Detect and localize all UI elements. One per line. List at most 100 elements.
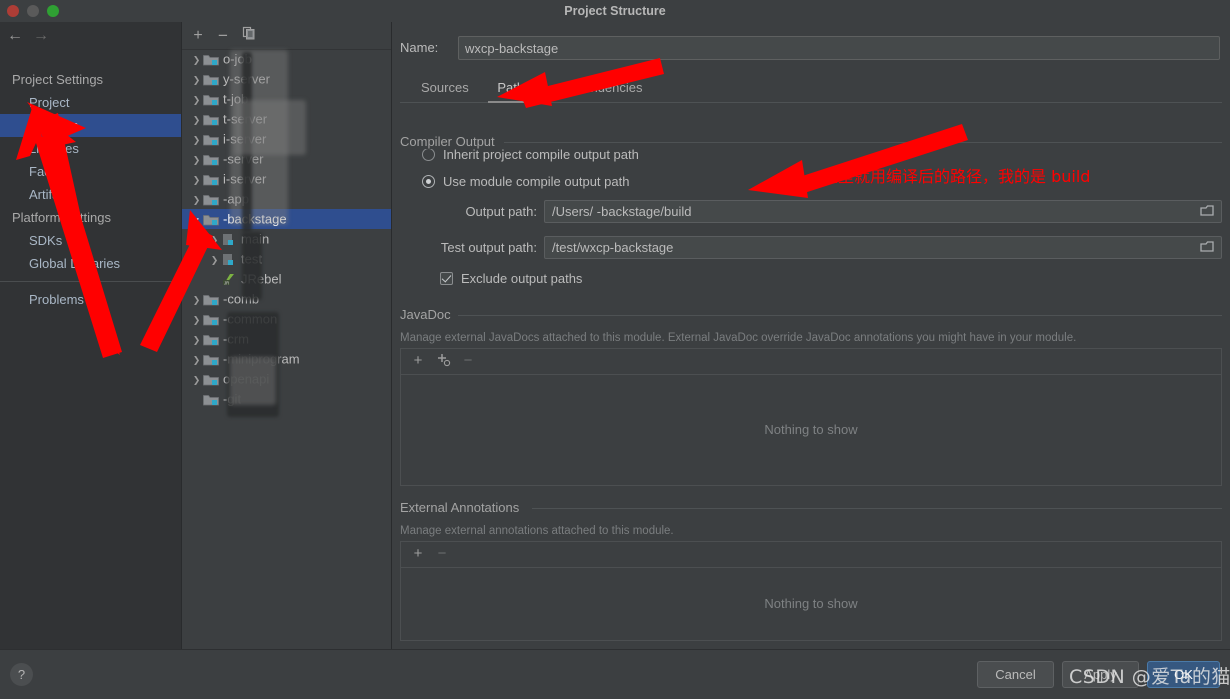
tree-item[interactable]: ❯-crm xyxy=(182,329,391,349)
copy-module-icon[interactable] xyxy=(239,26,259,45)
chevron-right-icon[interactable]: ❯ xyxy=(208,250,221,270)
tree-item[interactable]: ❯-common xyxy=(182,309,391,329)
output-path-field[interactable]: /Users/ -backstage/build xyxy=(544,200,1222,223)
section-divider xyxy=(458,315,1222,316)
chevron-right-icon[interactable]: ❯ xyxy=(190,290,203,310)
window-title: Project Structure xyxy=(564,4,666,18)
sidebar-item-artifacts[interactable]: Artifacts xyxy=(0,183,181,206)
output-path-value: /Users/ -backstage/build xyxy=(552,204,692,219)
test-output-path-field[interactable]: /test/wxcp-backstage xyxy=(544,236,1222,259)
use-module-output-path-radio[interactable]: Use module compile output path xyxy=(422,174,629,189)
sidebar-item-problems[interactable]: Problems xyxy=(0,288,181,311)
module-folder-icon xyxy=(203,292,219,306)
tree-item[interactable]: ❯JRJRebel xyxy=(182,269,391,289)
tab-paths[interactable]: Paths xyxy=(488,74,540,103)
module-name-input[interactable] xyxy=(458,36,1220,60)
tree-item[interactable]: ❯test xyxy=(182,249,391,269)
external-annotations-empty-text: Nothing to show xyxy=(764,596,858,611)
external-annotations-section-title: External Annotations xyxy=(400,500,527,515)
cancel-button[interactable]: Cancel xyxy=(977,661,1054,688)
chevron-right-icon[interactable]: ❯ xyxy=(190,50,203,70)
radio-indicator xyxy=(422,148,435,162)
module-folder-icon xyxy=(203,312,219,326)
chevron-right-icon[interactable]: ❯ xyxy=(190,330,203,350)
inherit-output-path-radio[interactable]: Inherit project compile output path xyxy=(422,147,639,162)
sidebar-item-project[interactable]: Project xyxy=(0,91,181,114)
compiler-output-section-title: Compiler Output xyxy=(400,134,502,149)
module-folder-icon xyxy=(203,72,219,86)
module-name-label: Name: xyxy=(400,40,439,55)
sidebar-item-sdks[interactable]: SDKs xyxy=(0,229,181,252)
sidebar-item-libraries[interactable]: Libraries xyxy=(0,137,181,160)
chevron-right-icon[interactable]: ❯ xyxy=(190,370,203,390)
chevron-right-icon[interactable]: ❯ xyxy=(208,230,221,250)
exclude-output-paths-checkbox[interactable]: Exclude output paths xyxy=(440,271,582,286)
redaction-smudge xyxy=(234,100,306,155)
chevron-right-icon[interactable]: ❯ xyxy=(190,150,203,170)
sidebar-divider xyxy=(0,281,181,282)
help-button[interactable]: ? xyxy=(10,663,33,686)
chevron-right-icon[interactable]: ❯ xyxy=(190,130,203,150)
output-path-label: Output path: xyxy=(465,204,537,219)
module-folder-icon xyxy=(203,112,219,126)
checkbox-indicator xyxy=(440,272,453,286)
chevron-right-icon[interactable]: ❯ xyxy=(190,70,203,90)
module-folder-icon xyxy=(203,52,219,66)
module-folder-icon xyxy=(203,172,219,186)
sidebar-list: Project Settings Project Modules Libraries F… xyxy=(0,68,181,311)
project-structure-dialog: Project Structure ← → Project Settings Pr… xyxy=(0,0,1230,699)
forward-arrow-icon[interactable]: → xyxy=(30,26,52,46)
csdn-watermark: CSDN @爱Ta的猫 xyxy=(1069,666,1230,688)
module-folder-icon xyxy=(203,192,219,206)
folder-browse-icon[interactable] xyxy=(1194,202,1220,221)
test-output-path-value: /test/wxcp-backstage xyxy=(552,240,674,255)
external-annotations-description: Manage external annotations attached to … xyxy=(400,525,674,537)
tree-item[interactable]: ❯-miniprogram xyxy=(182,349,391,369)
chevron-down-icon[interactable]: ▾ xyxy=(190,210,203,230)
back-arrow-icon[interactable]: ← xyxy=(4,26,26,46)
module-name-row: Name: xyxy=(400,36,1222,60)
chevron-right-icon[interactable]: ❯ xyxy=(190,170,203,190)
tree-item[interactable]: ❯main xyxy=(182,229,391,249)
navigation-buttons: ← → xyxy=(0,22,181,50)
tab-sources[interactable]: Sources xyxy=(412,74,478,101)
remove-module-icon[interactable]: − xyxy=(213,26,233,45)
module-folder-icon xyxy=(203,132,219,146)
tree-item[interactable]: ❯-git xyxy=(182,389,391,409)
section-divider xyxy=(532,508,1222,509)
tree-item[interactable]: ❯ -comb xyxy=(182,289,391,309)
sidebar-group-platform-settings: Platform Settings xyxy=(12,210,111,225)
sidebar-group-project-settings: Project Settings xyxy=(12,72,104,87)
chevron-right-icon[interactable]: ❯ xyxy=(190,190,203,210)
svg-text:JR: JR xyxy=(224,280,229,285)
dialog-footer: ? Cancel Apply OK xyxy=(0,649,1230,699)
chevron-right-icon[interactable]: ❯ xyxy=(190,350,203,370)
module-folder-icon xyxy=(203,372,219,386)
exclude-output-paths-label: Exclude output paths xyxy=(461,271,583,286)
chevron-right-icon[interactable]: ❯ xyxy=(190,110,203,130)
source-folder-icon xyxy=(221,232,237,246)
chevron-right-icon[interactable]: ❯ xyxy=(190,310,203,330)
tree-item[interactable]: ❯openapi xyxy=(182,369,391,389)
module-folder-icon xyxy=(203,212,219,226)
sidebar-item-global-libraries[interactable]: Global Libraries xyxy=(0,252,181,275)
chinese-annotation-note: 这里就用编译后的路径，我的是 build xyxy=(822,167,1091,186)
javadoc-description: Manage external JavaDocs attached to thi… xyxy=(400,332,1077,344)
redaction-smudge xyxy=(242,232,262,300)
module-folder-icon xyxy=(203,352,219,366)
folder-browse-icon[interactable] xyxy=(1194,238,1220,257)
javadoc-empty-text: Nothing to show xyxy=(764,422,858,437)
chevron-right-icon[interactable]: ❯ xyxy=(190,90,203,110)
sidebar-item-facets[interactable]: Facets xyxy=(0,160,181,183)
javadoc-list: + − Nothing to show xyxy=(400,348,1222,486)
sidebar-item-modules[interactable]: Modules xyxy=(0,114,181,137)
test-output-path-label: Test output path: xyxy=(440,240,537,255)
add-module-icon[interactable]: + xyxy=(188,26,208,45)
tab-dependencies[interactable]: Dependencies xyxy=(550,74,651,101)
title-bar: Project Structure xyxy=(0,0,1230,23)
module-tree-panel: + − ❯o-job❯y-server❯t-job❯t-server❯i-ser… xyxy=(182,22,392,649)
module-folder-icon xyxy=(203,392,219,406)
external-annotations-list: + − Nothing to show xyxy=(400,541,1222,641)
redaction-smudge xyxy=(230,357,276,405)
settings-sidebar: ← → Project Settings Project Modules Librar… xyxy=(0,22,182,649)
